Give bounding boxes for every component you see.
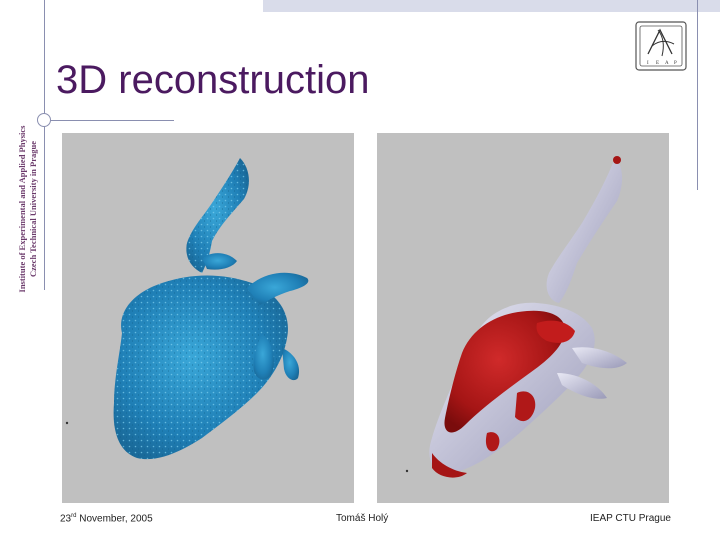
institute-name: Institute of Experimental and Applied Ph…: [17, 125, 27, 293]
logo-letter: I: [647, 61, 649, 66]
logo-letter: A: [665, 61, 669, 66]
top-decor-bar: [263, 0, 720, 12]
title-underline: [44, 120, 174, 121]
institute-side-text: Institute of Experimental and Applied Ph…: [17, 44, 57, 374]
footer-date-day: 23: [60, 513, 72, 525]
logo-letter: E: [656, 61, 659, 66]
right-decor-line: [697, 0, 698, 190]
reconstruction-image-red: [377, 133, 669, 503]
footer-date: 23rd November, 2005: [60, 513, 153, 524]
reconstruction-image-blue: [62, 133, 354, 503]
footer-institution: IEAP CTU Prague: [590, 513, 671, 524]
page-title: 3D reconstruction: [56, 58, 370, 102]
footer-date-rest: November, 2005: [76, 513, 153, 525]
footer-author: Tomáš Holý: [336, 513, 389, 524]
ieap-logo: I E A P: [632, 20, 692, 72]
university-name: Czech Technical University in Prague: [28, 141, 38, 277]
logo-letter: P: [674, 61, 677, 66]
